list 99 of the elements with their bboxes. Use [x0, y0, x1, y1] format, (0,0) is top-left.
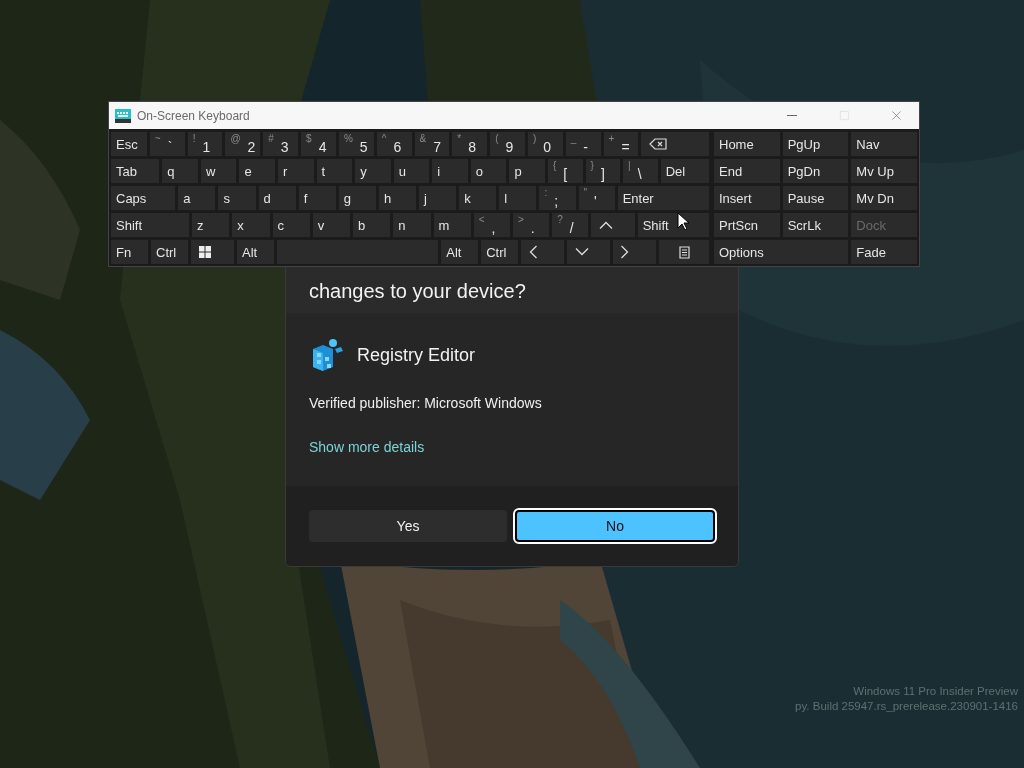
keyboard-key[interactable]: Shift: [111, 213, 190, 237]
keyboard-key[interactable]: l: [499, 186, 537, 210]
keyboard-key[interactable]: < ,: [473, 213, 510, 237]
keyboard-key[interactable]: d: [258, 186, 296, 210]
keyboard-key[interactable]: ! 1: [187, 132, 223, 156]
keyboard-key[interactable]: t: [316, 159, 353, 183]
keyboard-key[interactable]: Tab: [111, 159, 160, 183]
keyboard-key[interactable]: j: [419, 186, 457, 210]
keyboard-key[interactable]: End: [714, 159, 780, 183]
keyboard-key[interactable]: > .: [512, 213, 550, 237]
keyboard-key[interactable]: a: [178, 186, 216, 210]
left-arrow-key[interactable]: [521, 240, 565, 264]
keyboard-key[interactable]: } ]: [585, 159, 621, 183]
watermark-text: Windows 11 Pro Insider Preview: [853, 684, 1018, 699]
keyboard-key[interactable]: x: [232, 213, 270, 237]
keyboard-key[interactable]: b: [353, 213, 391, 237]
keyboard-key[interactable]: _ -: [565, 132, 601, 156]
keyboard-key[interactable]: u: [393, 159, 430, 183]
chevron-up-icon: [599, 221, 614, 229]
keyboard-key[interactable]: $ 4: [301, 132, 336, 156]
app-name: Registry Editor: [357, 344, 476, 366]
menu-icon: [678, 245, 690, 259]
up-arrow-key[interactable]: [591, 213, 635, 237]
windows-logo-icon: [199, 246, 211, 258]
keyboard-key[interactable]: z: [192, 213, 230, 237]
keyboard-key[interactable]: i: [432, 159, 468, 183]
keyboard-key[interactable]: g: [338, 186, 376, 210]
keyboard-key[interactable]: Options: [714, 240, 849, 264]
backspace-icon: [649, 138, 668, 150]
down-arrow-key[interactable]: [567, 240, 611, 264]
keyboard-key[interactable]: : ;: [539, 186, 576, 210]
keyboard-key[interactable]: Nav: [851, 132, 917, 156]
keyboard-key[interactable]: k: [459, 186, 497, 210]
keyboard-key[interactable]: y: [355, 159, 391, 183]
keyboard-key[interactable]: | \: [623, 159, 658, 183]
keyboard-key[interactable]: Home: [714, 132, 780, 156]
keyboard-key[interactable]: ? /: [552, 213, 589, 237]
minimize-icon: [787, 115, 797, 116]
right-arrow-key[interactable]: [613, 240, 657, 264]
keyboard-key[interactable]: Esc: [111, 132, 147, 156]
keyboard-key[interactable]: { [: [547, 159, 583, 183]
keyboard-key[interactable]: ~ `: [149, 132, 185, 156]
keyboard-key[interactable]: * 8: [452, 132, 488, 156]
keyboard-key[interactable]: c: [272, 213, 310, 237]
keyboard-key[interactable]: Caps: [111, 186, 176, 210]
keyboard-key[interactable]: f: [298, 186, 336, 210]
publisher-text: Verified publisher: Microsoft Windows: [309, 395, 543, 411]
keyboard-key[interactable]: p: [509, 159, 545, 183]
chevron-left-icon: [529, 245, 538, 259]
dialog-button[interactable]: Yes: [309, 510, 507, 542]
keyboard-key[interactable]: Shift: [637, 213, 709, 237]
windows-key[interactable]: [191, 240, 234, 264]
window-title: On-Screen Keyboard: [137, 108, 251, 123]
keyboard-key[interactable]: Insert: [714, 186, 780, 210]
keyboard-key[interactable]: Enter: [617, 186, 709, 210]
keyboard-key[interactable]: Alt: [441, 240, 479, 264]
keyboard-key[interactable]: Alt: [237, 240, 274, 264]
chevron-down-icon: [575, 248, 590, 256]
backspace-key[interactable]: [641, 132, 709, 156]
keyboard-key[interactable]: m: [433, 213, 471, 237]
keyboard-key[interactable]: h: [378, 186, 416, 210]
keyboard-key[interactable]: PgDn: [782, 159, 849, 183]
keyboard-key[interactable]: v: [312, 213, 351, 237]
keyboard-key[interactable]: + =: [603, 132, 639, 156]
keyboard-key[interactable]: " ': [578, 186, 615, 210]
keyboard-key[interactable]: @ 2: [225, 132, 261, 156]
keyboard-key[interactable]: w: [200, 159, 237, 183]
keyboard-key[interactable]: s: [218, 186, 256, 210]
show-details-link[interactable]: Show more details: [309, 439, 425, 455]
keyboard-key[interactable]: PgUp: [782, 132, 849, 156]
keyboard-key[interactable]: ^ 6: [376, 132, 412, 156]
keyboard-key[interactable]: Pause: [782, 186, 849, 210]
maximize-icon: [838, 110, 850, 121]
chevron-right-icon: [621, 245, 630, 259]
cursor-icon: [677, 212, 689, 231]
keyboard-key[interactable]: ) 0: [527, 132, 563, 156]
keyboard-key[interactable]: PrtScn: [714, 213, 780, 237]
keyboard-key[interactable]: Del: [660, 159, 709, 183]
keyboard-key[interactable]: Mv Dn: [851, 186, 917, 210]
keyboard-key[interactable]: Ctrl: [481, 240, 519, 264]
keyboard-key[interactable]: Fn: [111, 240, 148, 264]
dialog-heading: changes to your device?: [309, 279, 527, 304]
keyboard-key[interactable]: e: [239, 159, 276, 183]
keyboard-key[interactable]: n: [393, 213, 431, 237]
keyboard-icon: [115, 108, 131, 123]
keyboard-key[interactable]: q: [162, 159, 198, 183]
keyboard-key[interactable]: Ctrl: [151, 240, 188, 264]
keyboard-key[interactable]: r: [278, 159, 314, 183]
keyboard-key[interactable]: & 7: [414, 132, 450, 156]
keyboard-key[interactable]: o: [470, 159, 507, 183]
keyboard-key[interactable]: Mv Up: [851, 159, 917, 183]
keyboard-key[interactable]: ScrLk: [782, 213, 849, 237]
watermark-text: py. Build 25947.rs_prerelease.230901-1416: [795, 699, 1018, 714]
keyboard-key[interactable]: # 3: [263, 132, 299, 156]
keyboard-key[interactable]: Fade: [851, 240, 917, 264]
keyboard-key[interactable]: ( 9: [490, 132, 525, 156]
menu-key[interactable]: [659, 240, 709, 264]
keyboard-key[interactable]: % 5: [338, 132, 374, 156]
primary-button[interactable]: No: [515, 510, 715, 542]
